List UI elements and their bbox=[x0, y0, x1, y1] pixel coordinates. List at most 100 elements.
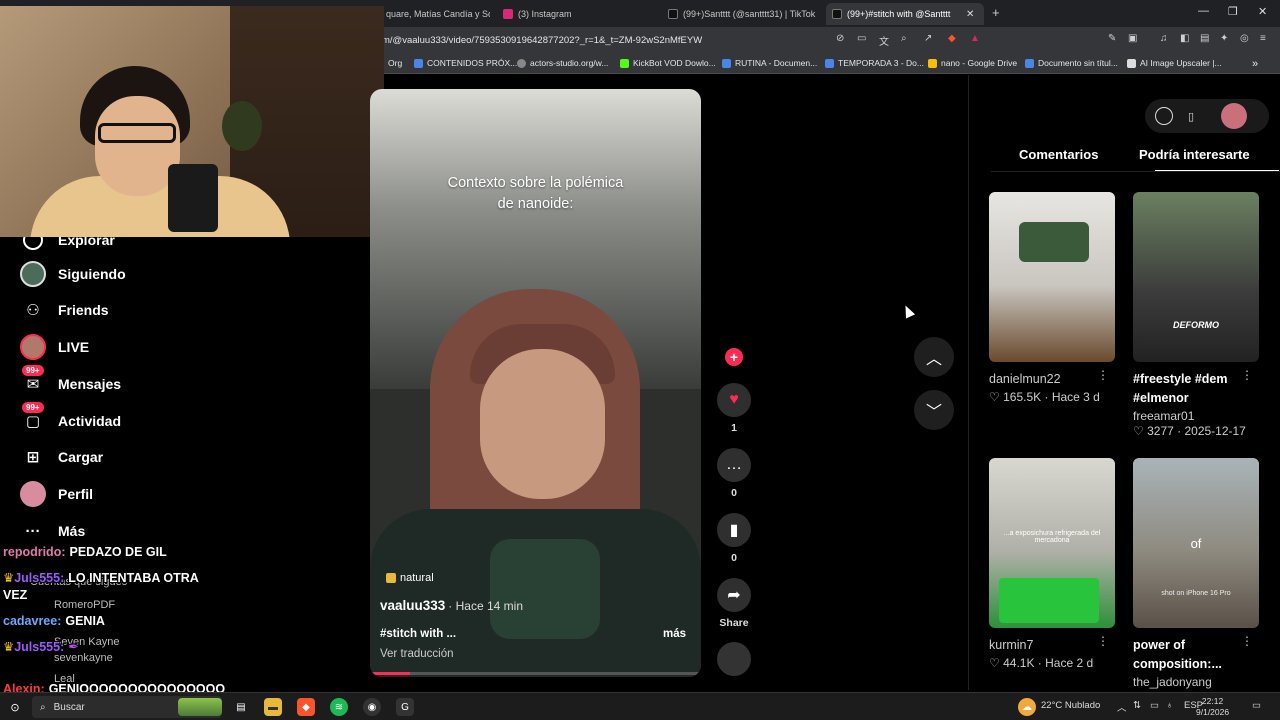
display-icon[interactable]: ▭ bbox=[1150, 700, 1159, 711]
like-button[interactable]: ♥ 1 bbox=[716, 383, 752, 434]
bookmark[interactable]: AI Image Upscaler |... bbox=[1127, 58, 1222, 68]
tab-tiktok-video[interactable]: (99+)#stitch with @Santttt C ✕ bbox=[826, 3, 984, 25]
panel-icon[interactable]: ◧ bbox=[1180, 33, 1189, 44]
tab-podria-interesarte[interactable]: Podría interesarte bbox=[1139, 147, 1250, 162]
video-progress-bar[interactable] bbox=[370, 672, 701, 675]
next-video-button[interactable]: ﹀ bbox=[914, 390, 954, 430]
bookmark[interactable]: TEMPORADA 3 - Do... bbox=[825, 58, 924, 68]
author-name[interactable]: vaaluu333 bbox=[380, 598, 445, 613]
network-icon[interactable]: ⇅ bbox=[1133, 700, 1141, 711]
spotify-icon[interactable]: ≋ bbox=[330, 698, 348, 716]
video-thumbnail[interactable]: ...a exposichura refrigerada del mercado… bbox=[989, 458, 1115, 628]
brave-shield-icon[interactable]: ◆ bbox=[948, 33, 956, 44]
share-arrow-icon: ➦ bbox=[717, 578, 751, 612]
new-tab-button[interactable]: + bbox=[992, 5, 1000, 20]
task-view-icon[interactable]: ▤ bbox=[232, 698, 250, 716]
tab-tiktok-profile[interactable]: (99+)Santttt (@santttt31) | TikTok bbox=[662, 3, 822, 25]
video-thumbnail[interactable]: of shot on iPhone 16 Pro bbox=[1133, 458, 1259, 628]
share-icon[interactable]: ↗ bbox=[924, 33, 932, 44]
webcam-overlay bbox=[0, 6, 384, 237]
card-date: · 2025-12-17 bbox=[1177, 424, 1246, 438]
sidebar-item-actividad[interactable]: ▢ 99+ Actividad bbox=[20, 402, 121, 434]
reader-icon[interactable]: ⊘ bbox=[836, 33, 844, 44]
clock[interactable]: 22:12 9/1/2026 bbox=[1196, 696, 1229, 718]
wallet-icon[interactable]: ▤ bbox=[1200, 33, 1209, 44]
video-thumbnail[interactable] bbox=[989, 192, 1115, 362]
app-icon[interactable]: G bbox=[396, 698, 414, 716]
tab-instagram[interactable]: (3) Instagram bbox=[497, 3, 657, 25]
sidebar-item-mas[interactable]: ··· Más bbox=[20, 518, 86, 544]
menu-icon[interactable]: ≡ bbox=[1260, 33, 1266, 44]
search-icon: ⌕ bbox=[40, 701, 46, 713]
previous-video-button[interactable]: ︿ bbox=[914, 337, 954, 377]
video-author[interactable]: vaaluu333 · Hace 14 min bbox=[380, 598, 523, 613]
comment-button[interactable]: … 0 bbox=[716, 448, 752, 499]
save-button[interactable]: ▮ 0 bbox=[716, 513, 752, 564]
leo-icon[interactable]: ✦ bbox=[1220, 33, 1228, 44]
device-icon[interactable]: ▯ bbox=[1182, 107, 1200, 125]
tab-kick[interactable]: quare, Matías Candía y Sofi bbox=[380, 3, 490, 25]
notifications-icon[interactable]: ▭ bbox=[1252, 700, 1261, 711]
bookmark[interactable]: Documento sin títul... bbox=[1025, 58, 1118, 68]
weather-text[interactable]: 22°C Nublado bbox=[1041, 700, 1100, 711]
user-avatar[interactable] bbox=[1221, 103, 1247, 129]
sidebar-item-label: Friends bbox=[58, 302, 109, 318]
sidebar-item-mensajes[interactable]: ✉ 99+ Mensajes bbox=[20, 365, 121, 397]
bookmark[interactable]: Org bbox=[388, 58, 402, 68]
brave-browser-icon[interactable]: ◆ bbox=[297, 698, 315, 716]
sidebar-item-cargar[interactable]: ⊞ Cargar bbox=[20, 444, 103, 470]
chat-message: cadavree: GENIA bbox=[3, 614, 105, 628]
sidebar-item-live[interactable]: LIVE bbox=[20, 334, 89, 360]
microphone-icon[interactable]: ♁ bbox=[1166, 700, 1173, 711]
view-count: 44.1K bbox=[1003, 656, 1035, 670]
translate-icon[interactable]: 文 bbox=[879, 33, 889, 48]
follow-button[interactable]: + bbox=[716, 348, 752, 366]
cast-icon[interactable]: ▭ bbox=[857, 33, 866, 44]
close-tab-icon[interactable]: ✕ bbox=[966, 9, 974, 20]
obs-icon[interactable]: ◉ bbox=[363, 698, 381, 716]
url-field[interactable]: m/@vaaluu333/video/7593530919642877202?_… bbox=[382, 35, 702, 46]
sidebar-item-perfil[interactable]: Perfil bbox=[20, 481, 93, 507]
suggested-video-card[interactable]: DEFORMO #freestyle #dem #elmenor ⋮ freea… bbox=[1133, 192, 1259, 438]
account-name[interactable]: RomeroPDF bbox=[54, 599, 115, 611]
start-icon[interactable]: ⊙ bbox=[6, 698, 24, 716]
card-author[interactable]: the_jadonyang bbox=[1133, 675, 1259, 689]
bookmark[interactable]: nano - Google Drive bbox=[928, 58, 1017, 68]
file-explorer-icon[interactable]: ▬ bbox=[264, 698, 282, 716]
music-icon[interactable]: ♫ bbox=[1160, 33, 1168, 44]
sidebar-icon[interactable]: ▣ bbox=[1128, 33, 1137, 44]
translate-link[interactable]: Ver traducción bbox=[380, 648, 454, 660]
vpn-icon[interactable]: ◎ bbox=[1240, 33, 1249, 44]
more-options-icon[interactable]: ⋮ bbox=[1241, 368, 1253, 382]
maximize-button[interactable]: ❐ bbox=[1228, 5, 1238, 18]
sidebar-item-siguiendo[interactable]: Siguiendo bbox=[20, 261, 126, 287]
sound-disc[interactable] bbox=[716, 642, 752, 676]
bookmark[interactable]: KickBot VOD Dowlo... bbox=[620, 58, 716, 68]
more-options-icon[interactable]: ⋮ bbox=[1241, 634, 1253, 648]
tab-comentarios[interactable]: Comentarios bbox=[1019, 147, 1098, 162]
video-thumbnail[interactable]: DEFORMO bbox=[1133, 192, 1259, 362]
brave-rewards-icon[interactable]: ▲ bbox=[970, 33, 980, 44]
suggested-video-card[interactable]: danielmun22 ⋮ ♡ 165.5K · Hace 3 d bbox=[989, 192, 1115, 404]
extensions-icon[interactable]: ✎ bbox=[1108, 33, 1116, 44]
more-button[interactable]: más bbox=[663, 628, 686, 640]
more-options-icon[interactable]: ⋮ bbox=[1097, 634, 1109, 648]
close-window-button[interactable]: ✕ bbox=[1258, 5, 1267, 18]
sidebar-item-friends[interactable]: ⚇ Friends bbox=[20, 297, 109, 323]
tray-expand-icon[interactable]: ︿ bbox=[1117, 700, 1127, 714]
suggested-video-card[interactable]: of shot on iPhone 16 Pro power of compos… bbox=[1133, 458, 1259, 689]
coin-icon[interactable] bbox=[1155, 107, 1173, 125]
more-options-icon[interactable]: ⋮ bbox=[1097, 368, 1109, 382]
suggested-video-card[interactable]: ...a exposichura refrigerada del mercado… bbox=[989, 458, 1115, 670]
share-button[interactable]: ➦ Share bbox=[716, 578, 752, 629]
video-player[interactable]: Contexto sobre la polémica de nanoide: n… bbox=[370, 89, 701, 677]
more-bookmarks-icon[interactable]: » bbox=[1252, 58, 1258, 70]
minimize-button[interactable]: — bbox=[1198, 5, 1209, 17]
docs-icon bbox=[722, 58, 731, 68]
bookmark[interactable]: CONTENIDOS PRÓX... bbox=[414, 58, 517, 68]
video-tag[interactable]: natural bbox=[386, 572, 434, 584]
card-author[interactable]: freeamar01 bbox=[1133, 409, 1259, 423]
zoom-icon[interactable]: ⌕ bbox=[901, 33, 907, 44]
bookmark[interactable]: RUTINA - Documen... bbox=[722, 58, 817, 68]
bookmark[interactable]: actors-studio.org/w... bbox=[517, 58, 608, 68]
